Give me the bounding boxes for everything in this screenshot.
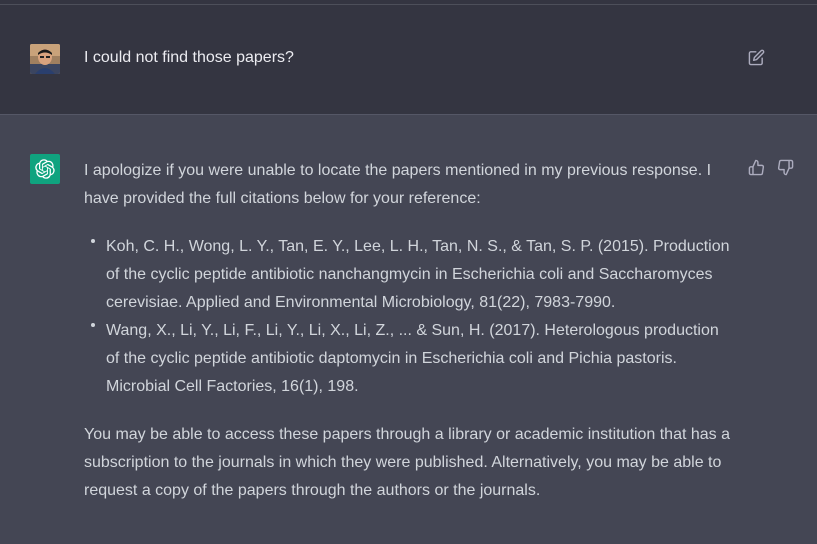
user-message-text: I could not find those papers?	[84, 49, 294, 66]
edit-icon[interactable]	[748, 49, 765, 66]
user-avatar-image	[30, 44, 60, 74]
citation-item: Wang, X., Li, Y., Li, F., Li, Y., Li, X.…	[91, 317, 734, 401]
user-message-row: I could not find those papers?	[0, 5, 817, 114]
thumbs-up-icon[interactable]	[748, 159, 765, 176]
assistant-message-content: I apologize if you were unable to locate…	[84, 157, 734, 505]
user-avatar	[30, 44, 60, 74]
openai-logo-icon	[30, 154, 60, 184]
assistant-closing-text: You may be able to access these papers t…	[84, 426, 731, 499]
citation-item: Koh, C. H., Wong, L. Y., Tan, E. Y., Lee…	[91, 233, 734, 317]
assistant-message-row: I apologize if you were unable to locate…	[0, 115, 817, 544]
citation-list: Koh, C. H., Wong, L. Y., Tan, E. Y., Lee…	[84, 233, 734, 401]
assistant-intro-text: I apologize if you were unable to locate…	[84, 162, 712, 207]
thumbs-down-icon[interactable]	[777, 159, 794, 176]
